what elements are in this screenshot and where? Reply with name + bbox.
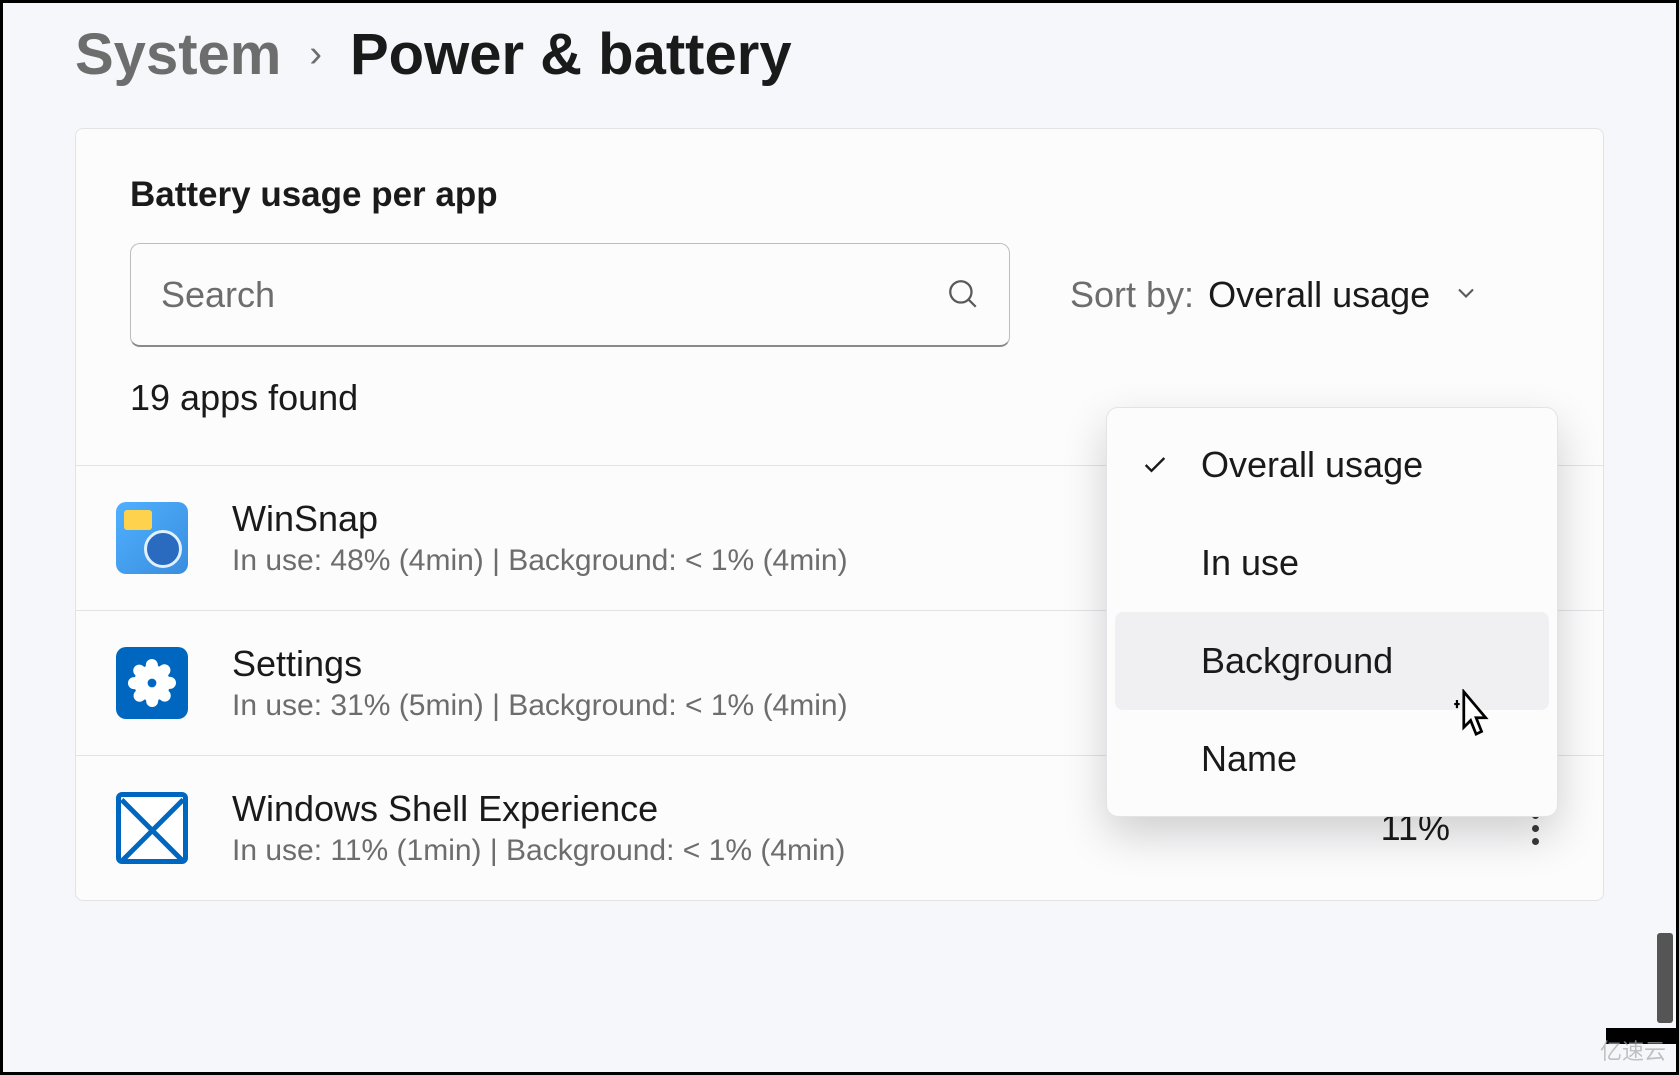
chevron-down-icon [1452,274,1480,316]
chevron-right-icon: › [309,33,322,76]
breadcrumb: System › Power & battery [3,3,1676,98]
sort-by-dropdown-trigger[interactable]: Sort by: Overall usage [1070,274,1480,316]
sort-selected-value: Overall usage [1208,274,1430,316]
windows-shell-icon [116,792,188,864]
dropdown-label: Name [1201,738,1297,780]
watermark-text: 亿速云 [1600,1034,1666,1066]
dropdown-label: Background [1201,640,1393,682]
sort-option-in-use[interactable]: In use [1115,514,1549,612]
controls-row: Sort by: Overall usage [130,243,1549,347]
scrollbar-thumb[interactable] [1657,933,1673,1023]
search-icon[interactable] [946,277,980,316]
sort-option-overall-usage[interactable]: Overall usage [1115,416,1549,514]
winsnap-icon [116,502,188,574]
search-input[interactable] [130,243,1010,347]
dropdown-label: In use [1201,542,1299,584]
sort-option-background[interactable]: Background [1115,612,1549,710]
sort-option-name[interactable]: Name [1115,710,1549,808]
breadcrumb-current: Power & battery [350,21,792,88]
settings-icon [116,647,188,719]
sort-label-prefix: Sort by: [1070,274,1194,316]
check-icon [1137,451,1173,479]
app-details: In use: 11% (1min) | Background: < 1% (4… [232,834,1296,868]
dropdown-label: Overall usage [1201,444,1423,486]
breadcrumb-parent[interactable]: System [75,21,281,88]
sort-dropdown-menu: Overall usage In use Background Name [1106,407,1558,817]
section-title: Battery usage per app [130,175,1549,215]
search-wrap [130,243,1010,347]
